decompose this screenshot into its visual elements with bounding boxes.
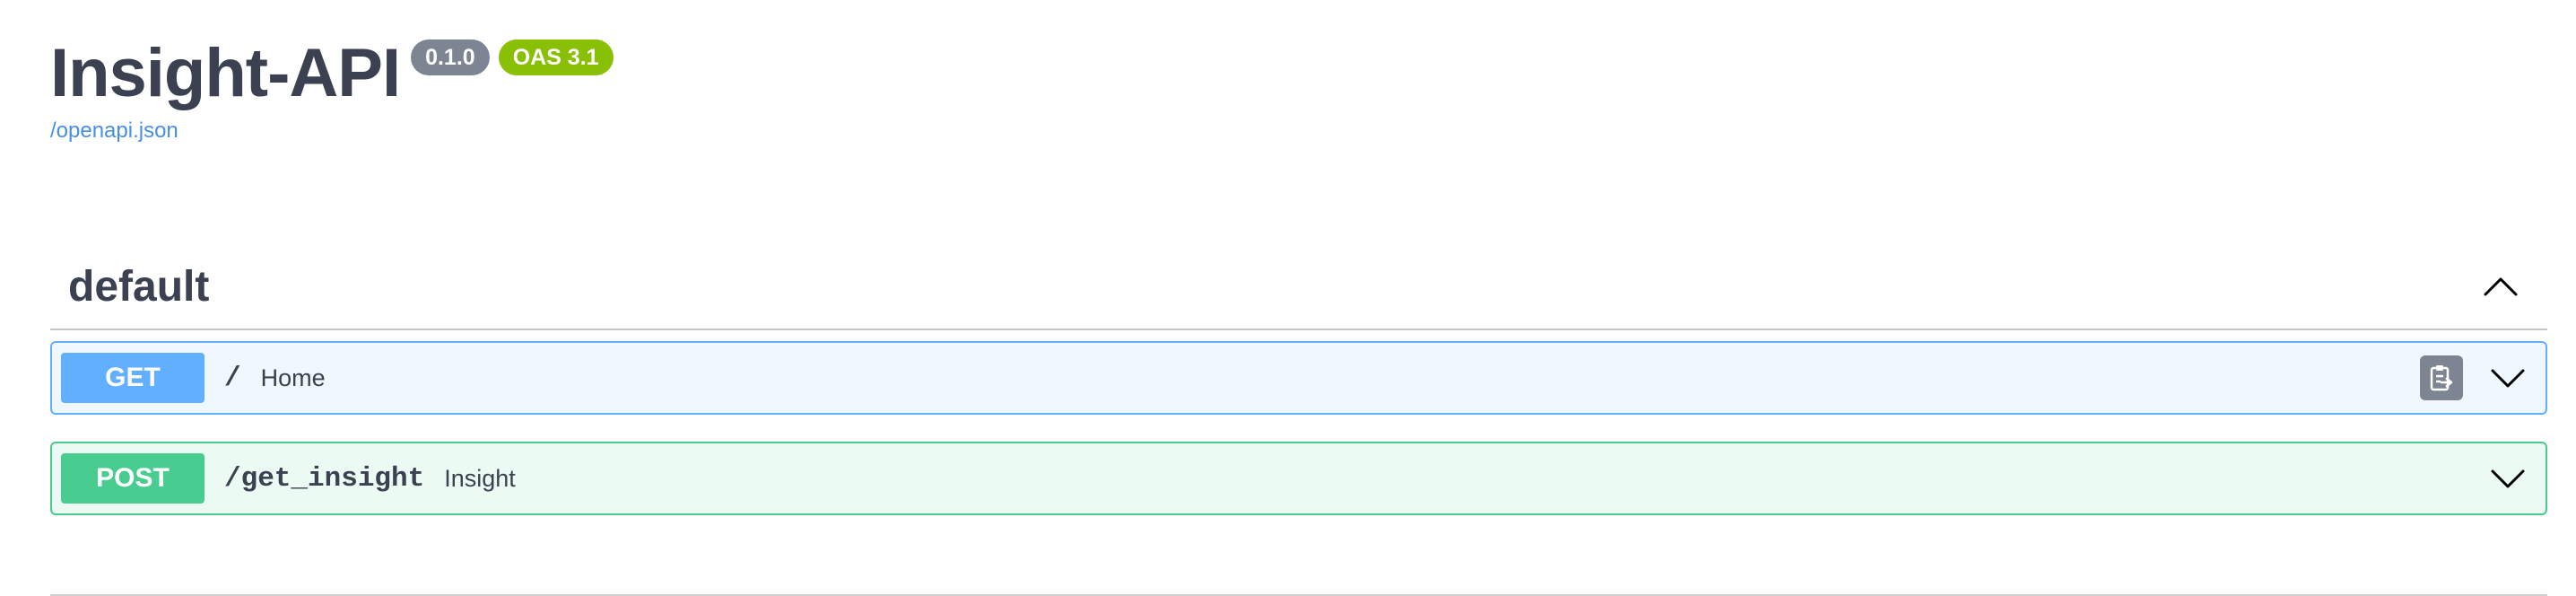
api-info: Insight-API 0.1.0 OAS 3.1 /openapi.json xyxy=(50,32,614,143)
tag-section-default: default GET / Home POST /get_insight Ins… xyxy=(50,244,2547,515)
method-badge-post: POST xyxy=(61,453,205,504)
chevron-up-icon[interactable] xyxy=(2479,265,2522,308)
operation-path: /get_insight xyxy=(224,462,425,495)
copy-to-clipboard-button[interactable] xyxy=(2420,355,2463,400)
operation-post-get-insight[interactable]: POST /get_insight Insight xyxy=(50,442,2547,515)
openapi-json-link[interactable]: /openapi.json xyxy=(50,118,178,144)
tag-name: default xyxy=(68,262,210,311)
oas-badge: OAS 3.1 xyxy=(498,39,614,75)
title-row: Insight-API 0.1.0 OAS 3.1 xyxy=(50,32,614,115)
api-title: Insight-API xyxy=(50,35,401,111)
version-badge: 0.1.0 xyxy=(411,39,490,75)
method-badge-get: GET xyxy=(61,353,205,403)
copy-to-clipboard-icon xyxy=(2430,365,2453,391)
chevron-down-icon[interactable] xyxy=(2486,457,2529,500)
operation-get-home[interactable]: GET / Home xyxy=(50,341,2547,415)
tag-header[interactable]: default xyxy=(50,244,2547,330)
operation-summary: Insight xyxy=(444,464,516,492)
chevron-down-icon[interactable] xyxy=(2486,356,2529,399)
operation-path: / xyxy=(224,362,241,394)
badges: 0.1.0 OAS 3.1 xyxy=(411,39,614,75)
operation-summary: Home xyxy=(260,364,326,391)
